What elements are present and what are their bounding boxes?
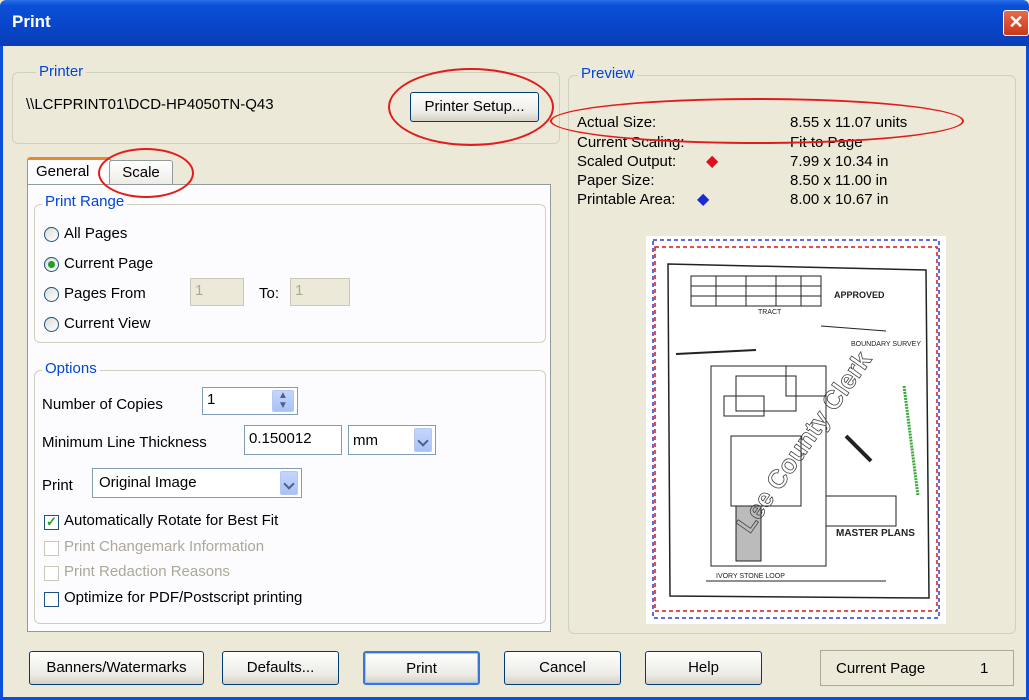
annotation-oval-scale-tab: [98, 148, 194, 198]
checkbox-optimize-pdf-label[interactable]: Optimize for PDF/Postscript printing: [64, 589, 302, 606]
close-button[interactable]: ✕: [1003, 10, 1029, 36]
checkbox-changemark-label: Print Changemark Information: [64, 538, 265, 555]
stamp-text: APPROVED: [834, 290, 885, 300]
radio-all-pages[interactable]: [44, 227, 59, 242]
preview-drawing: APPROVED TRACT BOUNDARY SURVEY MASTER PL…: [652, 239, 940, 619]
tract-text: TRACT: [758, 309, 782, 316]
help-button[interactable]: Help: [645, 651, 762, 685]
pages-from-input[interactable]: 1: [190, 278, 244, 306]
annotation-oval-printer-setup: [388, 68, 554, 146]
defaults-button[interactable]: Defaults...: [222, 651, 339, 685]
print-mode-select[interactable]: Original Image: [92, 468, 302, 498]
annotation-oval-actual-size: [550, 98, 964, 144]
line-unit-dropdown-icon[interactable]: [414, 428, 432, 452]
print-mode-value: Original Image: [99, 474, 197, 491]
radio-current-page-label[interactable]: Current Page: [64, 255, 153, 272]
copies-label: Number of Copies: [42, 396, 163, 413]
copies-spinner[interactable]: ▲ ▼: [272, 390, 294, 412]
radio-current-view[interactable]: [44, 317, 59, 332]
radio-pages-from[interactable]: [44, 287, 59, 302]
radio-current-view-label[interactable]: Current View: [64, 315, 150, 332]
checkbox-changemark: [44, 541, 59, 556]
red-diamond-icon: ◆: [706, 153, 719, 170]
printer-name: \\LCFPRINT01\DCD-HP4050TN-Q43: [26, 96, 274, 113]
checkbox-auto-rotate[interactable]: ✓: [44, 515, 59, 530]
status-value: 1: [980, 660, 989, 677]
status-label: Current Page: [836, 660, 926, 677]
checkbox-redaction: [44, 566, 59, 581]
blue-diamond-icon: ◆: [697, 191, 710, 208]
road-label-text: IVORY STONE LOOP: [716, 573, 785, 580]
scaled-output-value: 7.99 x 10.34 in: [790, 153, 889, 170]
tab-general-label: General: [36, 163, 90, 180]
pages-to-label: To:: [259, 285, 280, 302]
radio-pages-from-label[interactable]: Pages From: [64, 285, 146, 302]
scaled-output-label: Scaled Output:: [577, 153, 677, 170]
paper-size-label: Paper Size:: [577, 172, 655, 189]
pages-to-input[interactable]: 1: [290, 278, 350, 306]
preview-legend: Preview: [578, 65, 638, 82]
banners-watermarks-button[interactable]: Banners/Watermarks: [29, 651, 204, 685]
window-title: Print: [12, 12, 51, 31]
checkbox-redaction-label: Print Redaction Reasons: [64, 563, 230, 580]
paper-size-value: 8.50 x 11.00 in: [790, 172, 888, 189]
radio-current-page[interactable]: [44, 257, 59, 272]
options-legend: Options: [42, 360, 100, 377]
printable-area-label: Printable Area:: [577, 191, 676, 208]
spin-down-icon[interactable]: ▼: [278, 400, 288, 411]
cancel-button[interactable]: Cancel: [504, 651, 621, 685]
checkbox-optimize-pdf[interactable]: [44, 592, 59, 607]
title-bar[interactable]: [0, 0, 1029, 46]
line-thickness-label: Minimum Line Thickness: [42, 434, 207, 451]
print-mode-dropdown-icon[interactable]: [280, 471, 298, 495]
print-button[interactable]: Print: [363, 651, 480, 685]
checkbox-auto-rotate-label[interactable]: Automatically Rotate for Best Fit: [64, 512, 278, 529]
line-unit-value: mm: [353, 432, 378, 449]
watermark-text: Lee County Clerk: [730, 345, 878, 538]
preview-thumbnail: APPROVED TRACT BOUNDARY SURVEY MASTER PL…: [646, 236, 946, 624]
line-thickness-input[interactable]: 0.150012: [244, 425, 342, 455]
plan-title-text: MASTER PLANS: [836, 528, 915, 539]
print-mode-label: Print: [42, 477, 73, 494]
printable-area-value: 8.00 x 10.67 in: [790, 191, 889, 208]
radio-all-pages-label[interactable]: All Pages: [64, 225, 127, 242]
survey-text: BOUNDARY SURVEY: [851, 341, 921, 348]
printer-legend: Printer: [36, 63, 87, 80]
print-range-legend: Print Range: [42, 193, 128, 210]
